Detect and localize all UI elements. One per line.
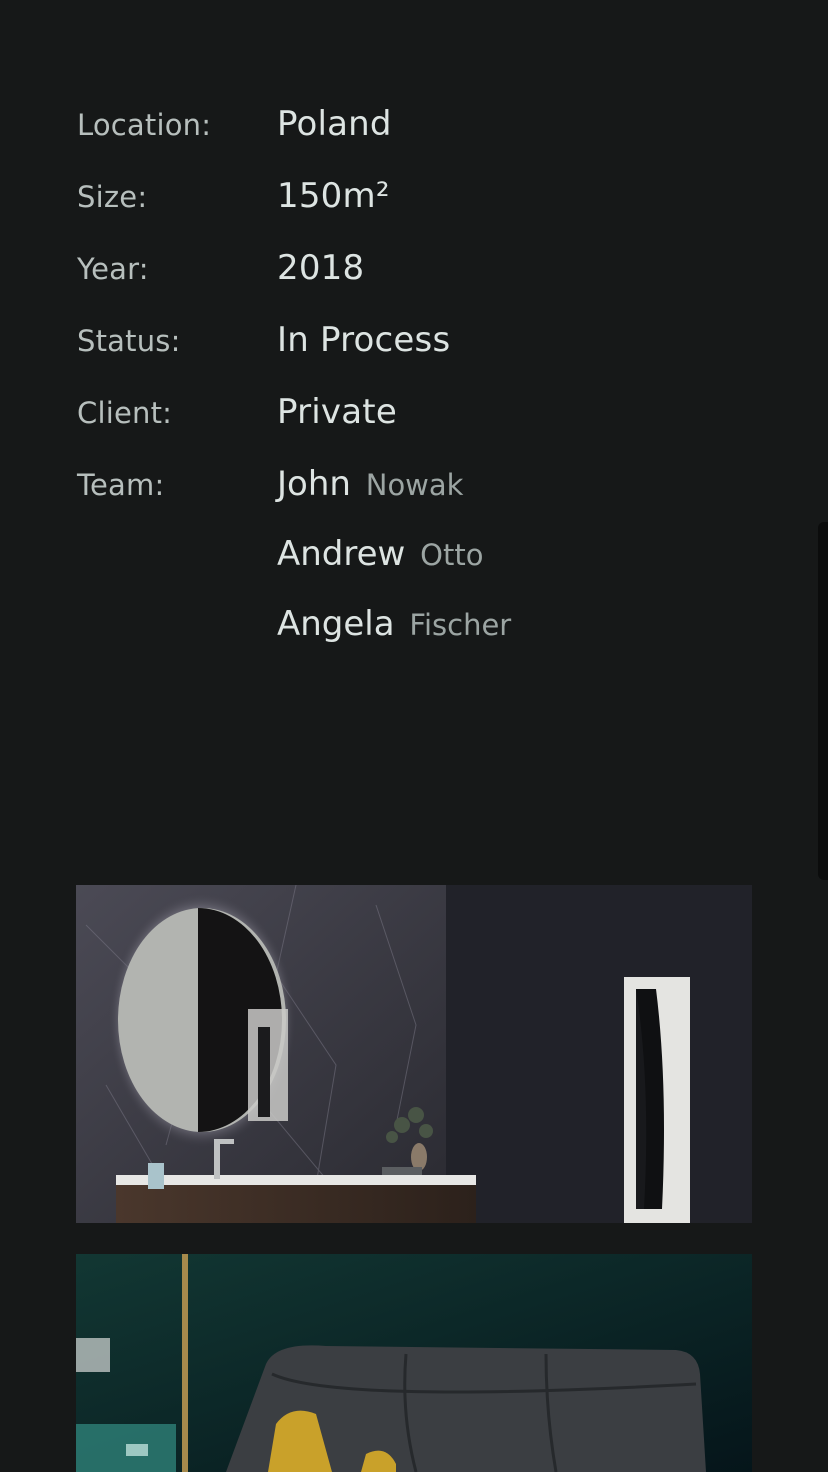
member-last-name: Fischer bbox=[409, 608, 512, 642]
status-value: In Process bbox=[277, 320, 451, 360]
project-details: Location: Poland Size: 150m² Year: 2018 … bbox=[77, 100, 757, 670]
team-label: Team: bbox=[77, 468, 165, 502]
scrollbar[interactable] bbox=[818, 522, 828, 880]
member-last-name: Otto bbox=[420, 538, 484, 572]
year-row: Year: 2018 bbox=[77, 244, 757, 316]
status-label: Status: bbox=[77, 324, 181, 358]
member-first-name: John bbox=[277, 464, 351, 504]
project-details-page: Location: Poland Size: 150m² Year: 2018 … bbox=[0, 0, 828, 1472]
client-value: Private bbox=[277, 392, 397, 432]
status-row: Status: In Process bbox=[77, 316, 757, 388]
bathroom-illustration bbox=[76, 885, 752, 1223]
member-last-name: Nowak bbox=[365, 468, 464, 502]
size-value: 150m² bbox=[277, 176, 390, 216]
team-member: John Nowak bbox=[277, 464, 511, 534]
year-label: Year: bbox=[77, 252, 149, 286]
location-value: Poland bbox=[277, 104, 392, 144]
year-value: 2018 bbox=[277, 248, 365, 288]
location-label: Location: bbox=[77, 108, 212, 142]
size-label: Size: bbox=[77, 180, 148, 214]
bathroom-photo[interactable] bbox=[76, 885, 752, 1223]
client-row: Client: Private bbox=[77, 388, 757, 460]
client-label: Client: bbox=[77, 396, 173, 430]
team-member: Angela Fischer bbox=[277, 604, 511, 674]
member-first-name: Angela bbox=[277, 604, 395, 644]
location-row: Location: Poland bbox=[77, 100, 757, 172]
team-member: Andrew Otto bbox=[277, 534, 511, 604]
team-list: John Nowak Andrew Otto Angela Fischer bbox=[277, 464, 511, 674]
member-first-name: Andrew bbox=[277, 534, 406, 574]
size-row: Size: 150m² bbox=[77, 172, 757, 244]
team-row: Team: John Nowak Andrew Otto Angela Fisc… bbox=[77, 460, 757, 670]
living-room-illustration bbox=[76, 1254, 752, 1472]
living-room-photo[interactable] bbox=[76, 1254, 752, 1472]
